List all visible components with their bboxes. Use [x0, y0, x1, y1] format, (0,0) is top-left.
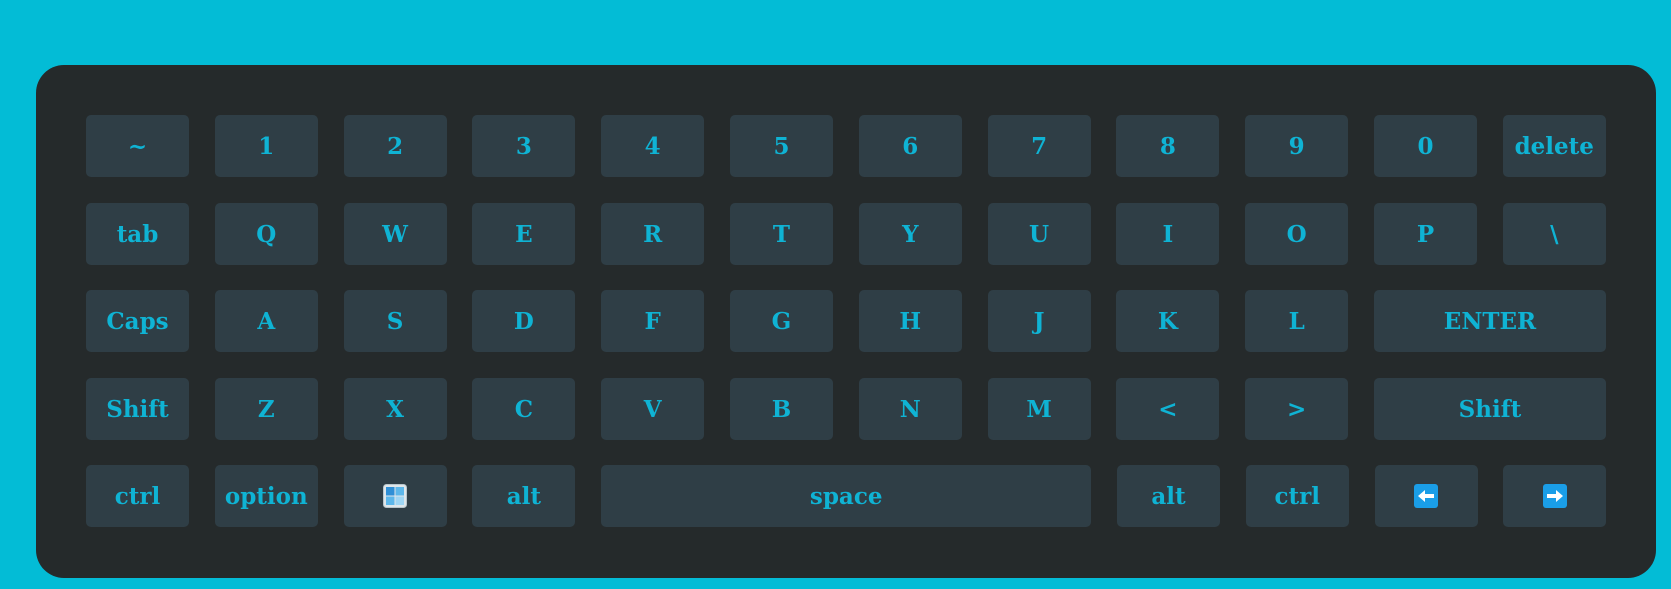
key-tab[interactable]: tab: [86, 203, 189, 265]
key-shift-right[interactable]: Shift: [1373, 378, 1606, 440]
key-y[interactable]: Y: [858, 203, 962, 265]
key-r[interactable]: R: [601, 203, 705, 265]
keyboard-row-numbers: ~ 1 2 3 4 5 6 7 8 9 0 delete: [86, 115, 1606, 177]
key-d[interactable]: D: [472, 290, 576, 352]
key-ctrl-right[interactable]: ctrl: [1245, 465, 1349, 527]
key-windows[interactable]: [343, 465, 447, 527]
keyboard-row-qwerty: tab Q W E R T Y U I O P \: [86, 203, 1606, 265]
key-8[interactable]: 8: [1116, 115, 1220, 177]
key-o[interactable]: O: [1245, 203, 1349, 265]
key-t[interactable]: T: [729, 203, 833, 265]
virtual-keyboard: ~ 1 2 3 4 5 6 7 8 9 0 delete tab Q W E R…: [36, 65, 1656, 578]
key-l[interactable]: L: [1245, 290, 1349, 352]
key-k[interactable]: K: [1116, 290, 1220, 352]
key-arrow-left[interactable]: [1374, 465, 1478, 527]
key-4[interactable]: 4: [601, 115, 705, 177]
key-9[interactable]: 9: [1245, 115, 1349, 177]
key-q[interactable]: Q: [214, 203, 318, 265]
left-arrow-icon: [1414, 484, 1439, 508]
key-5[interactable]: 5: [729, 115, 833, 177]
key-2[interactable]: 2: [343, 115, 447, 177]
key-greater-than[interactable]: >: [1245, 378, 1349, 440]
key-alt-left[interactable]: alt: [472, 465, 576, 527]
key-m[interactable]: M: [987, 378, 1091, 440]
key-option[interactable]: option: [214, 465, 318, 527]
key-backslash[interactable]: \: [1502, 203, 1606, 265]
key-enter[interactable]: ENTER: [1373, 290, 1606, 352]
keyboard-row-modifiers: ctrl option alt space alt ctrl: [86, 465, 1607, 527]
key-v[interactable]: V: [601, 378, 705, 440]
keyboard-row-home: Caps A S D F G H J K L ENTER: [86, 290, 1606, 352]
key-caps[interactable]: Caps: [86, 290, 189, 352]
key-0[interactable]: 0: [1373, 115, 1477, 177]
key-n[interactable]: N: [858, 378, 962, 440]
key-arrow-right[interactable]: [1503, 465, 1607, 527]
key-z[interactable]: Z: [214, 378, 318, 440]
key-ctrl-left[interactable]: ctrl: [86, 465, 189, 527]
key-u[interactable]: U: [987, 203, 1091, 265]
key-g[interactable]: G: [729, 290, 833, 352]
key-f[interactable]: F: [601, 290, 705, 352]
key-shift-left[interactable]: Shift: [86, 378, 189, 440]
key-a[interactable]: A: [214, 290, 318, 352]
key-j[interactable]: J: [987, 290, 1091, 352]
key-less-than[interactable]: <: [1116, 378, 1220, 440]
key-i[interactable]: I: [1116, 203, 1220, 265]
key-3[interactable]: 3: [472, 115, 576, 177]
keyboard-row-bottom-letters: Shift Z X C V B N M < > Shift: [86, 378, 1606, 440]
key-x[interactable]: X: [343, 378, 447, 440]
key-c[interactable]: C: [472, 378, 576, 440]
key-e[interactable]: E: [472, 203, 576, 265]
right-arrow-icon: [1542, 484, 1567, 508]
key-b[interactable]: B: [729, 378, 833, 440]
key-6[interactable]: 6: [858, 115, 962, 177]
key-7[interactable]: 7: [987, 115, 1091, 177]
windows-icon: [383, 484, 408, 508]
key-alt-right[interactable]: alt: [1116, 465, 1220, 527]
key-delete[interactable]: delete: [1502, 115, 1606, 177]
key-1[interactable]: 1: [214, 115, 318, 177]
key-p[interactable]: P: [1373, 203, 1477, 265]
key-h[interactable]: H: [858, 290, 962, 352]
key-tilde[interactable]: ~: [86, 115, 189, 177]
key-space[interactable]: space: [601, 465, 1092, 527]
key-w[interactable]: W: [343, 203, 447, 265]
key-s[interactable]: S: [343, 290, 447, 352]
